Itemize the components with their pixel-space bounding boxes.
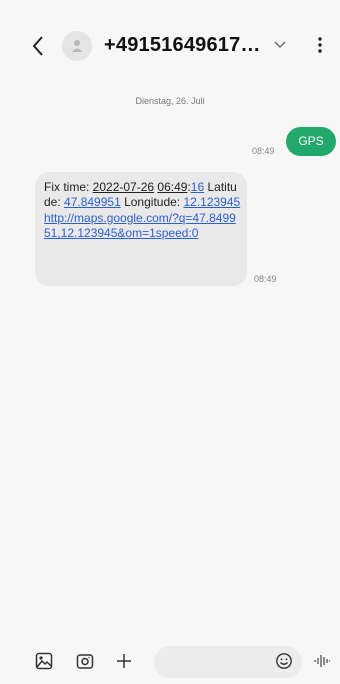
latitude-link[interactable]: 47.849951 [64, 195, 121, 209]
back-button[interactable] [26, 30, 50, 62]
add-attachment-button[interactable] [110, 646, 138, 676]
fix-seconds-link[interactable]: 16 [191, 180, 204, 194]
fix-time-link[interactable]: 06:49 [157, 180, 187, 194]
voice-message-button[interactable] [308, 646, 336, 676]
smiley-icon [276, 653, 292, 669]
plus-icon [117, 654, 131, 668]
outgoing-message-time: 08:49 [252, 146, 275, 156]
chevron-left-icon [32, 36, 43, 56]
incoming-message-time: 08:49 [254, 274, 277, 284]
conversation-header: +49151649617… [0, 0, 340, 80]
contact-title[interactable]: +49151649617… [104, 31, 264, 59]
message-composer [0, 646, 340, 680]
camera-icon [76, 654, 94, 669]
message-text: Longitude: [120, 195, 184, 210]
gallery-button[interactable] [30, 646, 58, 676]
image-icon [35, 652, 53, 670]
maps-url-link[interactable]: http://maps.google.com/?q=47.849951,12.1… [44, 211, 236, 240]
longitude-link[interactable]: 12.123945 [183, 195, 240, 209]
camera-button[interactable] [71, 646, 99, 676]
fix-date-link[interactable]: 2022-07-26 [93, 180, 154, 194]
waveform-icon [314, 655, 331, 667]
outgoing-message-bubble[interactable]: GPS [286, 127, 336, 156]
message-text: Fix time: [44, 180, 93, 194]
contact-avatar[interactable] [62, 31, 92, 61]
more-options-button[interactable] [310, 32, 330, 58]
date-separator: Dienstag, 26. Juli [135, 96, 205, 106]
emoji-button[interactable] [270, 646, 298, 676]
chevron-down-icon [274, 41, 286, 48]
more-vertical-icon [318, 37, 322, 53]
incoming-message-bubble[interactable]: Fix time: 2022-07-26 06:49:16 Latitude: … [35, 172, 247, 286]
expand-contact-button[interactable] [271, 36, 289, 54]
person-icon [72, 40, 82, 52]
